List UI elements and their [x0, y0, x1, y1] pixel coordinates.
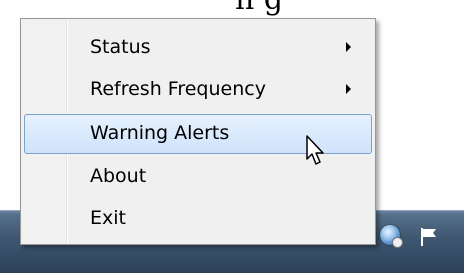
menu-item-label: Refresh Frequency: [90, 78, 266, 100]
flag-action-center-icon[interactable]: [418, 226, 440, 248]
submenu-arrow-icon: [346, 42, 351, 52]
context-menu: Status Refresh Frequency Warning Alerts …: [20, 18, 376, 245]
menu-item-label: Status: [90, 36, 151, 58]
menu-item-label: About: [90, 165, 147, 187]
submenu-arrow-icon: [346, 84, 351, 94]
menu-item-refresh-frequency[interactable]: Refresh Frequency: [24, 70, 372, 110]
menu-item-status[interactable]: Status: [24, 28, 372, 68]
mouse-cursor-icon: [306, 135, 324, 165]
globe-network-icon[interactable]: [380, 225, 403, 248]
menu-item-label: Warning Alerts: [90, 122, 230, 144]
menu-item-label: Exit: [90, 207, 126, 229]
background-text: n g: [235, 0, 283, 15]
menu-item-exit[interactable]: Exit: [24, 199, 372, 239]
